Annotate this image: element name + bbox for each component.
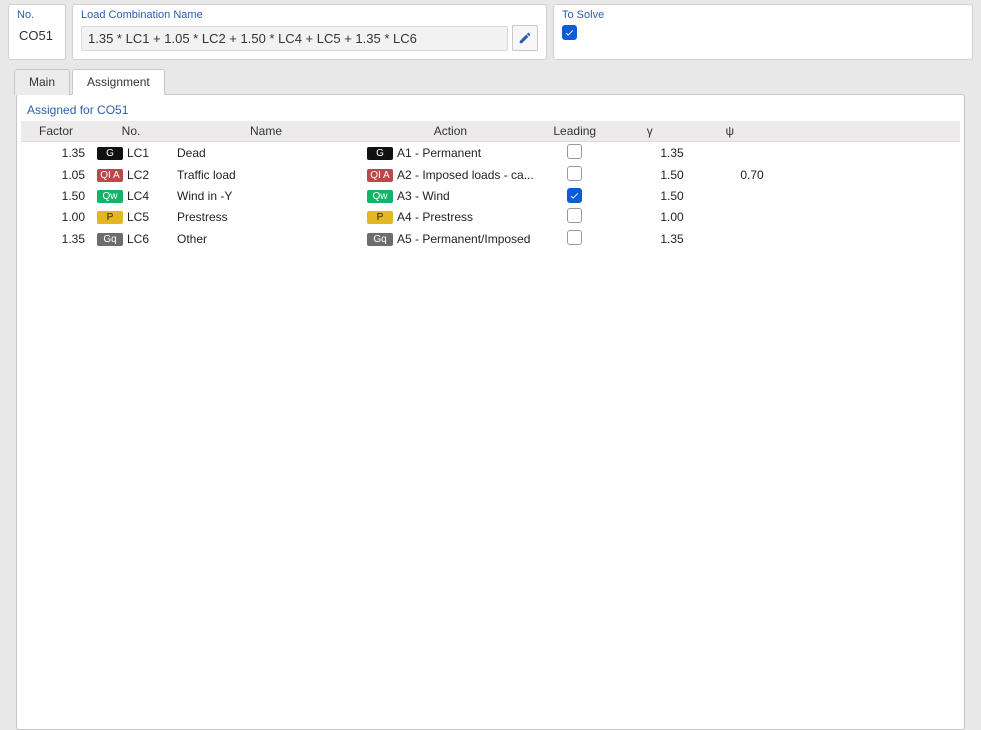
loadcase-number: LC5 [127,210,149,224]
col-gamma[interactable]: γ [610,121,690,142]
cell-psi[interactable] [690,206,770,228]
no-panel: No. CO51 [8,4,66,60]
cell-no[interactable]: Qw LC4 [91,186,171,206]
leading-checkbox[interactable] [567,208,582,223]
no-label: No. [17,9,57,21]
loadcase-number: LC6 [127,232,149,246]
table-header-row: Factor No. Name Action Leading γ ψ [21,121,960,142]
table-row[interactable]: 1.05 QI A LC2 Traffic load QI A A2 - Imposed … [21,164,960,186]
cell-name[interactable]: Other [171,228,361,250]
to-solve-checkbox[interactable] [562,25,577,40]
cell-spacer [770,206,960,228]
cell-gamma[interactable]: 1.50 [610,164,690,186]
cell-leading[interactable] [540,228,610,250]
tabs: Main Assignment [8,69,973,95]
cell-factor[interactable]: 1.35 [21,142,91,165]
cell-leading[interactable] [540,164,610,186]
loadcase-badge: Qw [97,190,123,203]
action-badge: Gq [367,233,393,246]
col-name[interactable]: Name [171,121,361,142]
leading-checkbox[interactable] [567,144,582,159]
action-text: A2 - Imposed loads - ca... [397,168,534,182]
loadcase-badge: QI A [97,169,123,182]
cell-name[interactable]: Dead [171,142,361,165]
cell-factor[interactable]: 1.05 [21,164,91,186]
table-row[interactable]: 1.50 Qw LC4 Wind in -Y Qw A3 - Wind 1.50 [21,186,960,206]
table-row[interactable]: 1.35 Gq LC6 Other Gq A5 - Permanent/Imposed 1.… [21,228,960,250]
cell-gamma[interactable]: 1.00 [610,206,690,228]
loadcase-badge: G [97,147,123,160]
loadcase-number: LC1 [127,146,149,160]
tab-main[interactable]: Main [14,69,70,95]
action-text: A4 - Prestress [397,210,473,224]
tab-assignment[interactable]: Assignment [72,69,165,95]
action-badge: P [367,211,393,224]
cell-psi[interactable] [690,186,770,206]
cell-factor[interactable]: 1.50 [21,186,91,206]
cell-gamma[interactable]: 1.50 [610,186,690,206]
cell-no[interactable]: G LC1 [91,142,171,165]
cell-leading[interactable] [540,142,610,165]
loadcase-badge: P [97,211,123,224]
leading-checkbox[interactable] [567,230,582,245]
cell-gamma[interactable]: 1.35 [610,142,690,165]
leading-checkbox[interactable] [567,166,582,181]
action-badge: QI A [367,169,393,182]
cell-action[interactable]: Gq A5 - Permanent/Imposed [361,228,540,250]
loadcase-number: LC4 [127,189,149,203]
solve-label: To Solve [562,9,964,21]
assignment-table: Factor No. Name Action Leading γ ψ 1.35G… [21,121,960,250]
cell-no[interactable]: QI A LC2 [91,164,171,186]
action-text: A1 - Permanent [397,146,481,160]
solve-panel: To Solve [553,4,973,60]
cell-leading[interactable] [540,186,610,206]
edit-name-button[interactable] [512,25,538,51]
action-text: A3 - Wind [397,189,450,203]
no-value: CO51 [17,25,57,46]
cell-spacer [770,164,960,186]
col-psi[interactable]: ψ [690,121,770,142]
combination-name-input[interactable]: 1.35 * LC1 + 1.05 * LC2 + 1.50 * LC4 + L… [81,26,508,51]
table-row[interactable]: 1.00 P LC5 Prestress P A4 - Prestress 1.00 [21,206,960,228]
check-icon [569,190,580,201]
cell-psi[interactable] [690,142,770,165]
col-leading[interactable]: Leading [540,121,610,142]
check-icon [564,27,575,38]
cell-factor[interactable]: 1.35 [21,228,91,250]
edit-icon [518,31,532,45]
table-row[interactable]: 1.35 G LC1 Dead G A1 - Permanent 1.35 [21,142,960,165]
cell-spacer [770,142,960,165]
section-title: Assigned for CO51 [21,101,960,121]
cell-action[interactable]: G A1 - Permanent [361,142,540,165]
cell-factor[interactable]: 1.00 [21,206,91,228]
assignment-panel: Assigned for CO51 Factor No. Name Action… [16,94,965,730]
action-badge: G [367,147,393,160]
leading-checkbox[interactable] [567,188,582,203]
action-text: A5 - Permanent/Imposed [397,232,530,246]
cell-leading[interactable] [540,206,610,228]
name-panel: Load Combination Name 1.35 * LC1 + 1.05 … [72,4,547,60]
cell-psi[interactable]: 0.70 [690,164,770,186]
action-badge: Qw [367,190,393,203]
cell-action[interactable]: Qw A3 - Wind [361,186,540,206]
col-spacer [770,121,960,142]
cell-name[interactable]: Traffic load [171,164,361,186]
name-label: Load Combination Name [81,9,538,21]
cell-action[interactable]: P A4 - Prestress [361,206,540,228]
cell-no[interactable]: Gq LC6 [91,228,171,250]
cell-spacer [770,228,960,250]
cell-no[interactable]: P LC5 [91,206,171,228]
cell-gamma[interactable]: 1.35 [610,228,690,250]
cell-name[interactable]: Wind in -Y [171,186,361,206]
col-no[interactable]: No. [91,121,171,142]
cell-name[interactable]: Prestress [171,206,361,228]
cell-spacer [770,186,960,206]
col-action[interactable]: Action [361,121,540,142]
loadcase-badge: Gq [97,233,123,246]
cell-psi[interactable] [690,228,770,250]
col-factor[interactable]: Factor [21,121,91,142]
loadcase-number: LC2 [127,168,149,182]
cell-action[interactable]: QI A A2 - Imposed loads - ca... [361,164,540,186]
